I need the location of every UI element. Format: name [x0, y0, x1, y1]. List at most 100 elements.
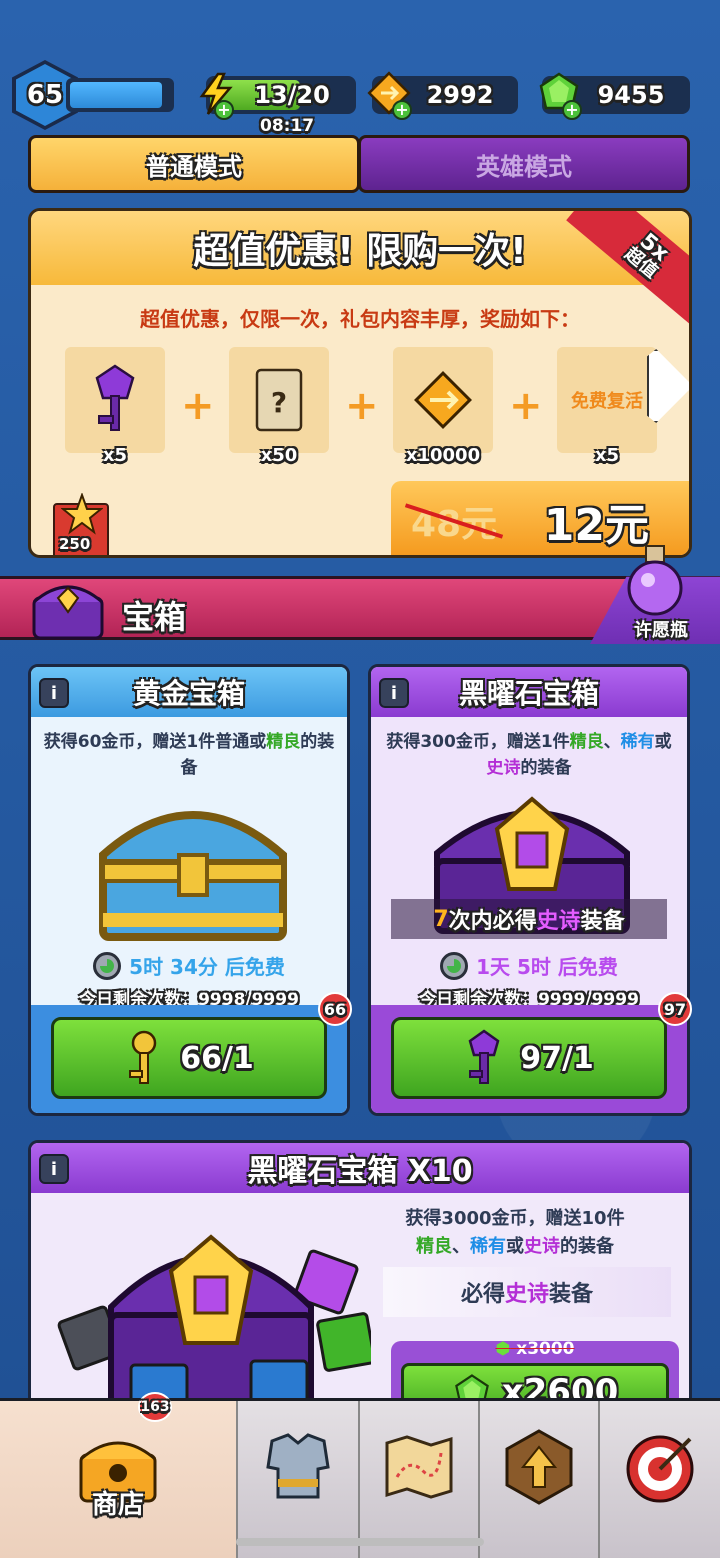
desc-uncommon: 精良	[266, 732, 301, 752]
bottom-nav: 商店	[0, 1398, 720, 1558]
guarantee-epic: 史诗	[536, 909, 581, 934]
next-arrow-button[interactable]	[647, 349, 689, 423]
obsidian-x10-description: 获得3000金币，赠送10件 精良、稀有或史诗的装备	[351, 1205, 679, 1261]
tab-normal-mode[interactable]: 普通模式	[28, 135, 360, 193]
purple-chest-icon	[32, 585, 104, 640]
tab-hero-mode[interactable]: 英雄模式	[358, 135, 690, 193]
free-timer-text: 5时 34分 后免费	[129, 955, 285, 979]
desc-epic: 史诗	[524, 1236, 560, 1257]
gold-plus-button[interactable]: +	[392, 100, 412, 120]
desc-text: 获得3000金币，赠送10件	[405, 1208, 625, 1229]
free-timer-text: 1天 5时 后免费	[476, 955, 618, 979]
desc-text: 的装备	[560, 1236, 614, 1257]
desc-text: 、	[603, 732, 621, 752]
desc-text: 或	[654, 732, 672, 752]
home-indicator[interactable]	[236, 1538, 484, 1546]
purple-key-icon	[468, 1029, 500, 1084]
wish-bottle-icon	[627, 545, 683, 616]
offer-item-gold[interactable]	[393, 347, 493, 453]
desc-rare: 稀有	[470, 1236, 506, 1257]
info-button[interactable]: i	[379, 678, 409, 708]
obsidian-chest-price: 97/1	[520, 1040, 594, 1076]
gem-plus-button[interactable]: +	[562, 100, 582, 120]
wish-bottle-label[interactable]: 许愿瓶	[634, 616, 688, 642]
guarantee-text: 装备	[549, 1282, 594, 1307]
obsidian-x10-chest-image[interactable]	[51, 1197, 371, 1410]
desc-text: 、	[452, 1236, 470, 1257]
desc-text: 或	[506, 1236, 524, 1257]
guarantee-text: 装备	[580, 909, 625, 934]
offer-panel: 超值优惠! 限购一次! 5x 超值 超值优惠，仅限一次，礼包内容丰厚，奖励如下：…	[28, 208, 692, 558]
offer-item-key[interactable]	[65, 347, 165, 453]
desc-text: 获得300金币，赠送1件	[386, 732, 570, 752]
offer-item-key-qty: x5	[102, 445, 128, 466]
desc-rare: 稀有	[620, 732, 655, 752]
offer-item-revive[interactable]: 免费复活	[557, 347, 657, 453]
guarantee-number: 7	[433, 906, 449, 932]
desc-uncommon: 精良	[569, 732, 604, 752]
offer-item-revive-qty: x5	[594, 445, 620, 466]
scroll-icon: ?	[255, 368, 303, 432]
gold-coin-icon	[414, 371, 472, 429]
gold-chest-free-timer: 5时 34分 后免费	[31, 951, 347, 980]
nav-upgrade[interactable]	[480, 1401, 600, 1558]
obsidian-guarantee-strip: 7 次内必得 史诗 装备	[391, 899, 667, 939]
info-button[interactable]: i	[39, 678, 69, 708]
energy-value: 13/20	[254, 81, 330, 109]
nav-shop[interactable]: 商店	[0, 1401, 238, 1558]
gold-chest-title: 黄金宝箱	[31, 667, 347, 717]
gem-value: 9455	[597, 81, 665, 109]
guarantee-epic: 史诗	[504, 1282, 549, 1307]
armor-icon	[266, 1433, 330, 1499]
nav-equipment[interactable]	[238, 1401, 360, 1558]
obsidian-chest-footer: 97/1	[371, 1005, 687, 1113]
star-points-badge: 250	[53, 493, 109, 555]
nav-challenge[interactable]	[600, 1401, 720, 1558]
star-points-value: 250	[59, 535, 91, 553]
obsidian-chest-description: 获得300金币，赠送1件精良、稀有或史诗的装备	[383, 729, 675, 781]
guarantee-text: 次内必得	[448, 909, 537, 934]
gold-chest-open-button[interactable]: 66/1	[51, 1017, 327, 1099]
star-icon	[61, 493, 103, 535]
obsidian-x10-guarantee: 必得 史诗 装备	[383, 1267, 671, 1317]
desc-uncommon: 精良	[416, 1236, 452, 1257]
gold-key-icon	[129, 1030, 157, 1084]
desc-text: 获得60金币，赠送1件普通或	[43, 732, 267, 752]
shop-notification-badge: 163	[138, 1392, 172, 1422]
energy-plus-button[interactable]: +	[214, 100, 234, 120]
obsidian-chest-free-timer: 1天 5时 后免费	[371, 951, 687, 980]
upgrade-arrow-icon	[505, 1429, 573, 1505]
info-button[interactable]: i	[39, 1154, 69, 1184]
offer-old-price: 48元	[411, 495, 497, 547]
gem-icon: ⬢	[495, 1339, 511, 1359]
energy-timer: 08:17	[260, 116, 315, 136]
gold-chest-description: 获得60金币，赠送1件普通或精良的装备	[43, 729, 335, 781]
target-icon	[626, 1435, 694, 1503]
xp-bar	[66, 78, 174, 112]
gold-chest-price: 66/1	[180, 1040, 254, 1076]
offer-item-gold-qty: x10000	[405, 445, 481, 466]
xp-fill	[70, 82, 162, 108]
obsidian-chest-card: 黑曜石宝箱 i 获得300金币，赠送1件精良、稀有或史诗的装备 7 次内必得 史诗装…	[368, 664, 690, 1116]
obsidian-x10-title: 黑曜石宝箱 X10	[31, 1143, 689, 1193]
offer-item-scroll[interactable]: ?	[229, 347, 329, 453]
desc-text: 的装备	[520, 758, 572, 778]
old-price-value: x3000	[516, 1339, 575, 1359]
clock-icon	[440, 951, 469, 980]
plus-sign: +	[181, 383, 215, 429]
obsidian-chest-open-button[interactable]: 97/1	[391, 1017, 667, 1099]
desc-epic: 史诗	[486, 758, 521, 778]
clock-icon	[93, 951, 122, 980]
revive-label: 免费复活	[571, 391, 643, 412]
gold-key-count-badge: 66	[318, 992, 352, 1026]
nav-map[interactable]	[360, 1401, 480, 1558]
plus-sign: +	[345, 383, 379, 429]
obsidian-chest-title: 黑曜石宝箱	[371, 667, 687, 717]
purple-key-count-badge: 97	[658, 992, 692, 1026]
treasure-title: 宝箱	[122, 598, 187, 636]
obsidian-x10-old-price: ⬢ x3000	[391, 1339, 679, 1359]
nav-shop-label: 商店	[91, 1490, 144, 1520]
gold-chest-footer: 66/1	[31, 1005, 347, 1113]
gold-chest-image[interactable]	[83, 785, 303, 945]
offer-item-scroll-qty: x50	[260, 445, 298, 466]
